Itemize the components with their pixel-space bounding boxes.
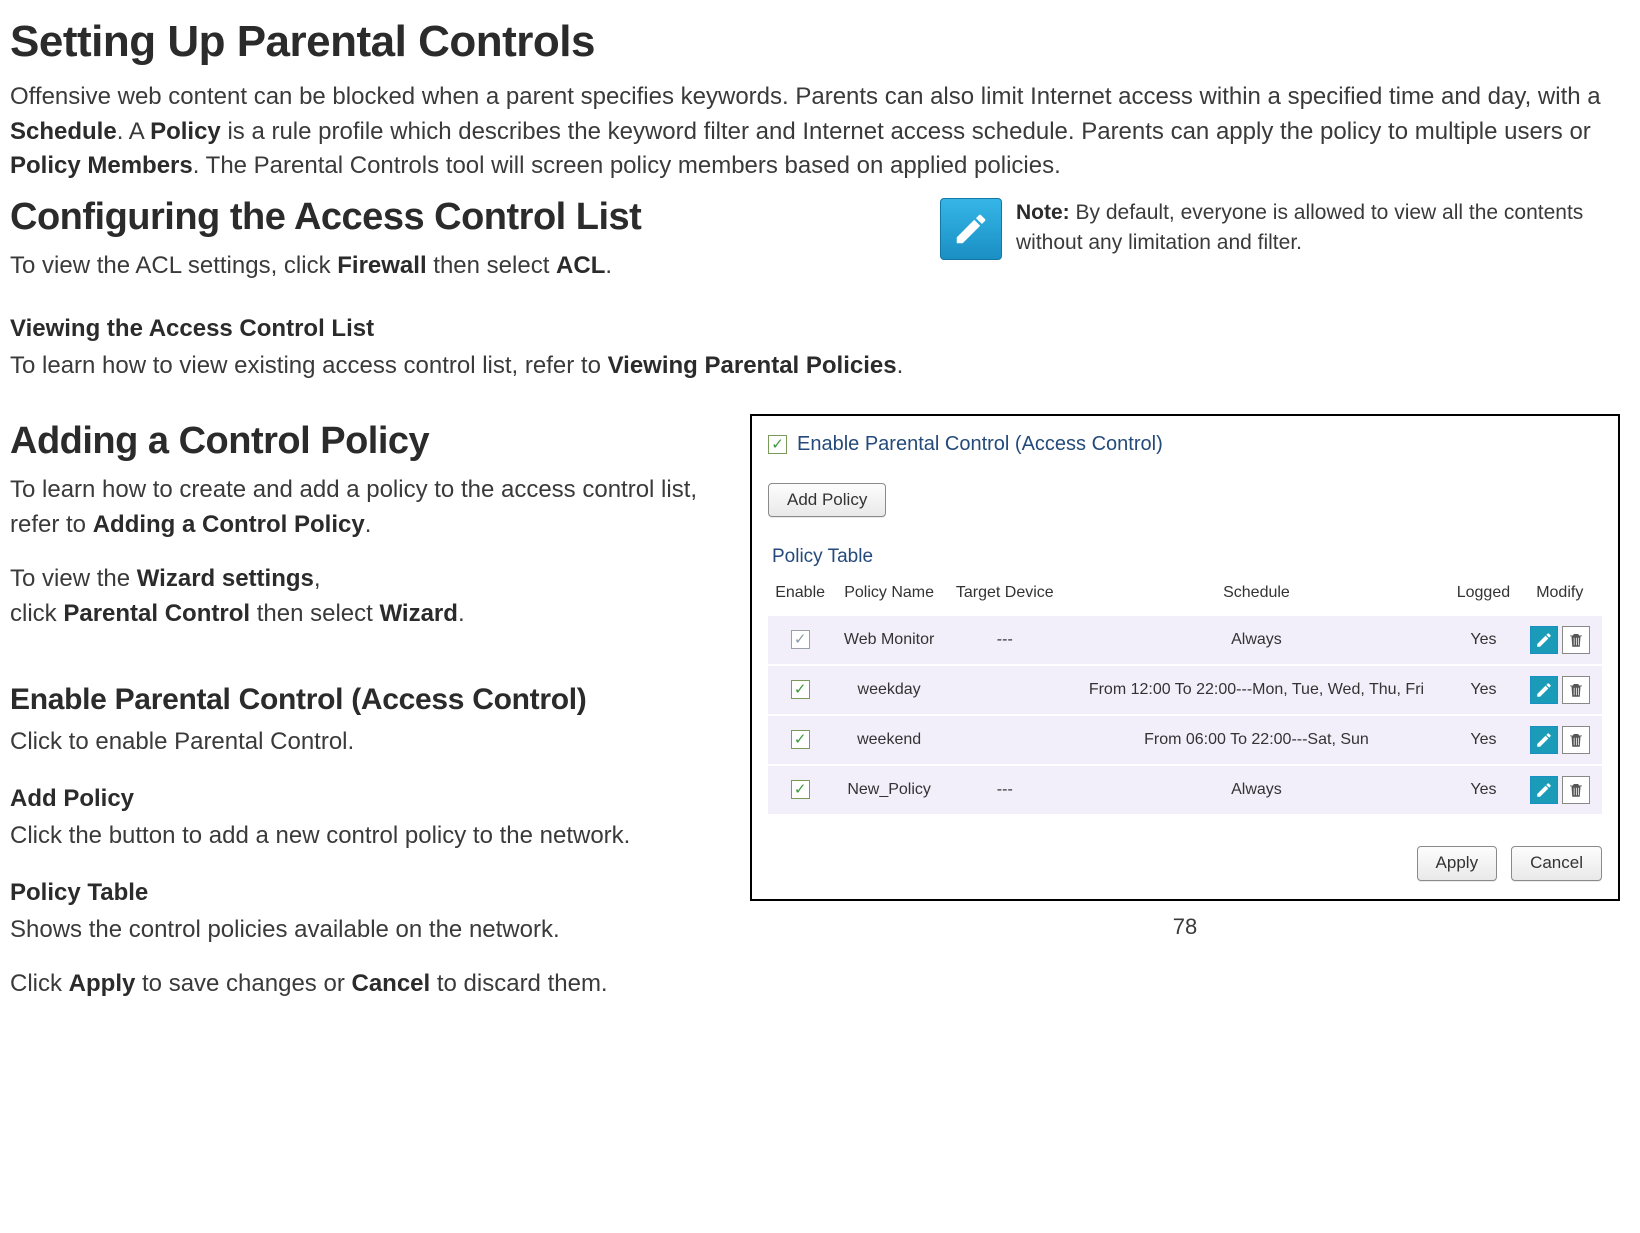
view-acl-heading: Viewing the Access Control List [10, 312, 1620, 347]
row-target-device [946, 715, 1064, 765]
row-policy-name: New_Policy [832, 765, 946, 815]
delete-icon[interactable] [1562, 726, 1590, 754]
row-schedule: Always [1064, 615, 1450, 665]
edit-icon[interactable] [1530, 776, 1558, 804]
table-row: ✓ weekday From 12:00 To 22:00---Mon, Tue, … [768, 665, 1602, 715]
row-logged: Yes [1449, 765, 1517, 815]
row-target-device: --- [946, 765, 1064, 815]
th-logged: Logged [1449, 575, 1517, 615]
policy-table-label: Policy Table [772, 543, 1602, 571]
row-logged: Yes [1449, 665, 1517, 715]
enable-parental-label: Enable Parental Control (Access Control) [797, 430, 1163, 459]
policy-table-sub-heading: Policy Table [10, 876, 710, 911]
add-policy-sub-heading: Add Policy [10, 782, 710, 817]
row-target-device: --- [946, 615, 1064, 665]
row-logged: Yes [1449, 715, 1517, 765]
page-number: 78 [750, 911, 1620, 943]
row-policy-name: Web Monitor [832, 615, 946, 665]
edit-icon[interactable] [1530, 726, 1558, 754]
th-schedule: Schedule [1064, 575, 1450, 615]
acl-subtext: To view the ACL settings, click Firewall… [10, 249, 910, 284]
row-logged: Yes [1449, 615, 1517, 665]
page-title: Setting Up Parental Controls [10, 10, 1620, 74]
delete-icon[interactable] [1562, 676, 1590, 704]
add-policy-p1: To learn how to create and add a policy … [10, 473, 710, 543]
row-enable-checkbox[interactable]: ✓ [791, 680, 810, 699]
add-policy-button[interactable]: Add Policy [768, 483, 886, 518]
apply-button[interactable]: Apply [1417, 846, 1498, 881]
th-policy-name: Policy Name [832, 575, 946, 615]
row-policy-name: weekend [832, 715, 946, 765]
add-policy-heading: Adding a Control Policy [10, 414, 710, 469]
delete-icon[interactable] [1562, 626, 1590, 654]
policy-table-sub-text: Shows the control policies available on … [10, 913, 710, 948]
intro-paragraph: Offensive web content can be blocked whe… [10, 80, 1620, 184]
table-row: ✓ New_Policy---AlwaysYes [768, 765, 1602, 815]
add-policy-sub-text: Click the button to add a new control po… [10, 819, 710, 854]
delete-icon[interactable] [1562, 776, 1590, 804]
th-enable: Enable [768, 575, 832, 615]
ui-screenshot-panel: ✓ Enable Parental Control (Access Contro… [750, 414, 1620, 901]
edit-icon[interactable] [1530, 676, 1558, 704]
acl-heading: Configuring the Access Control List [10, 190, 910, 245]
th-target-device: Target Device [946, 575, 1064, 615]
note-box: Note: By default, everyone is allowed to… [940, 198, 1620, 260]
policy-table: Enable Policy Name Target Device Schedul… [768, 575, 1602, 816]
row-policy-name: weekday [832, 665, 946, 715]
table-row: ✓ weekend From 06:00 To 22:00---Sat, SunYe… [768, 715, 1602, 765]
row-schedule: Always [1064, 765, 1450, 815]
row-enable-checkbox[interactable]: ✓ [791, 780, 810, 799]
view-acl-text: To learn how to view existing access con… [10, 349, 1620, 384]
row-enable-checkbox[interactable]: ✓ [791, 630, 810, 649]
cancel-button[interactable]: Cancel [1511, 846, 1602, 881]
note-text: Note: By default, everyone is allowed to… [1016, 198, 1620, 257]
enable-text: Click to enable Parental Control. [10, 725, 710, 760]
row-schedule: From 06:00 To 22:00---Sat, Sun [1064, 715, 1450, 765]
row-enable-checkbox[interactable]: ✓ [791, 730, 810, 749]
edit-icon[interactable] [1530, 626, 1558, 654]
table-row: ✓ Web Monitor---AlwaysYes [768, 615, 1602, 665]
enable-parental-checkbox[interactable]: ✓ [768, 435, 787, 454]
add-policy-p2: To view the Wizard settings,click Parent… [10, 562, 710, 632]
row-schedule: From 12:00 To 22:00---Mon, Tue, Wed, Thu… [1064, 665, 1450, 715]
enable-heading: Enable Parental Control (Access Control) [10, 678, 710, 722]
pencil-note-icon [940, 198, 1002, 260]
apply-cancel-text: Click Apply to save changes or Cancel to… [10, 967, 710, 1002]
th-modify: Modify [1518, 575, 1602, 615]
row-target-device [946, 665, 1064, 715]
